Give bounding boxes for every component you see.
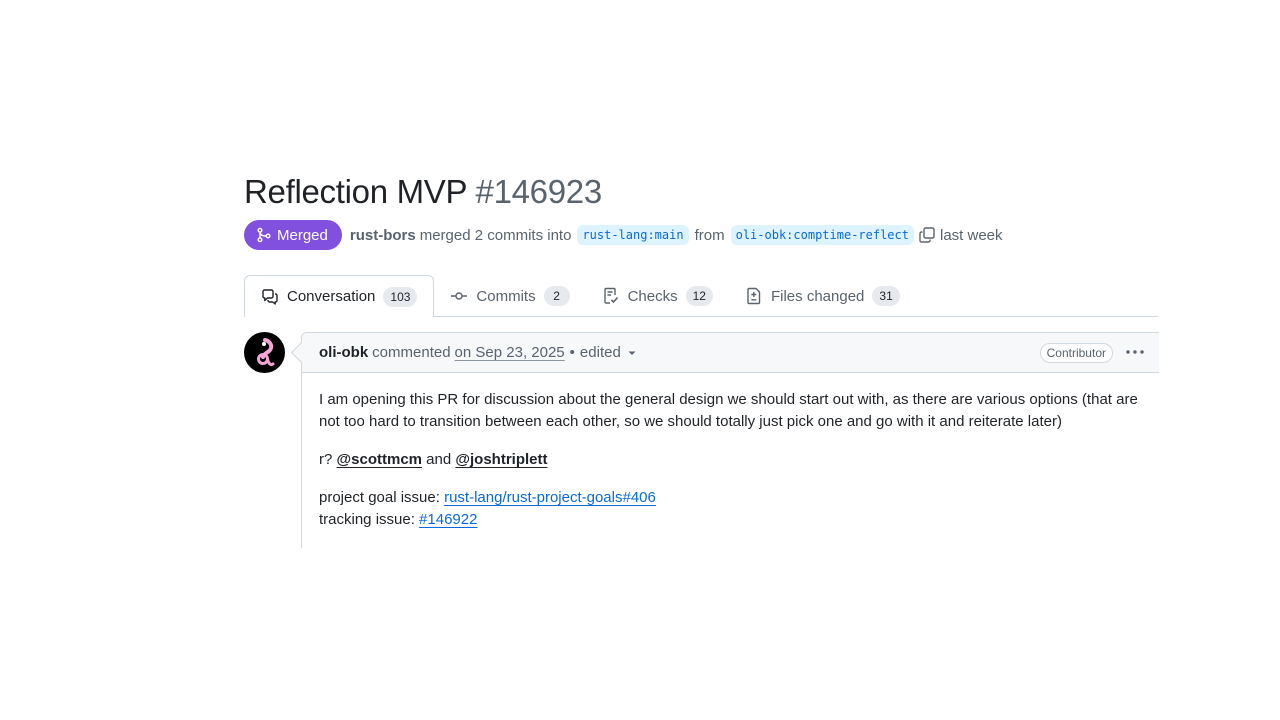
mention-joshtriplett[interactable]: @joshtriplett [455,451,547,468]
avatar[interactable] [244,332,285,373]
comment-body: I am opening this PR for discussion abou… [302,373,1159,531]
edited-dropdown[interactable]: edited [580,344,637,361]
base-branch-label[interactable]: rust-lang:main [577,225,689,245]
tab-checks[interactable]: Checks 12 [586,276,729,316]
tracking-label: tracking issue: [319,511,415,528]
tab-counter: 31 [872,286,900,306]
pr-title-text: Reflection MVP [244,173,467,210]
tab-label: Commits [476,287,536,305]
head-branch-label[interactable]: oli-obk:comptime-reflect [730,225,914,245]
mention-scottmcm[interactable]: @scottmcm [337,451,422,468]
copy-branch-button[interactable] [918,226,936,244]
merge-action-text: merged 2 commits into [419,226,572,244]
merge-time: last week [939,226,1003,244]
pr-meta-row: Merged rust-bors merged 2 commits into r… [244,220,1003,250]
merger-username[interactable]: rust-bors [350,227,416,244]
merge-icon [257,227,271,243]
tab-counter: 2 [543,286,570,306]
comment-paragraph: I am opening this PR for discussion abou… [319,391,1138,430]
conversation-icon [262,288,278,305]
project-goal-link[interactable]: rust-lang/rust-project-goals#406 [444,489,656,506]
comment-author[interactable]: oli-obk [319,344,368,361]
file-diff-icon [747,287,761,305]
separator-dot: • [569,344,575,361]
review-prefix: r? [319,451,333,468]
tab-label: Conversation [287,288,376,305]
tracking-issue-link[interactable]: #146922 [419,511,477,528]
pull-request-page: Reflection MVP #146923 Merged rust-bors … [0,0,1280,720]
avatar-glyph-icon [257,338,275,367]
tab-label: Files changed [770,287,865,305]
goal-label: project goal issue: [319,489,440,506]
page-title: Reflection MVP #146923 [244,170,602,214]
edited-label: edited [579,344,621,361]
pr-number: #146923 [475,173,603,210]
comment-header: oli-obk commented on Sep 23, 2025 • edit… [302,333,1159,373]
tab-conversation[interactable]: Conversation 103 [244,275,435,317]
issue-links: project goal issue: rust-lang/rust-proje… [319,487,1142,531]
comment-options-button[interactable] [1125,345,1145,359]
tab-files-changed[interactable]: Files changed 31 [729,276,916,316]
tab-label: Checks [627,287,678,305]
review-request-line: r? @scottmcm and @joshtriplett [319,449,1142,471]
caret-down-icon [628,351,636,355]
comment: oli-obk commented on Sep 23, 2025 • edit… [290,332,1159,548]
comment-date-link[interactable]: on Sep 23, 2025 [455,344,565,361]
state-label: Merged [277,226,328,244]
checklist-icon [603,287,618,304]
commit-icon [451,292,468,300]
pr-tabs: Conversation 103 Commits 2 Checks 12 Fil… [244,275,1158,317]
contributor-badge: Contributor [1039,343,1113,363]
kebab-horizontal-icon [1126,350,1144,354]
tab-counter: 12 [685,286,713,306]
and-text: and [426,451,452,468]
comment-verb: commented [372,344,451,361]
merged-state-badge: Merged [244,220,342,250]
tab-commits[interactable]: Commits 2 [434,276,585,316]
from-text: from [694,226,725,244]
copy-icon [919,227,935,243]
tab-counter: 103 [383,286,418,307]
